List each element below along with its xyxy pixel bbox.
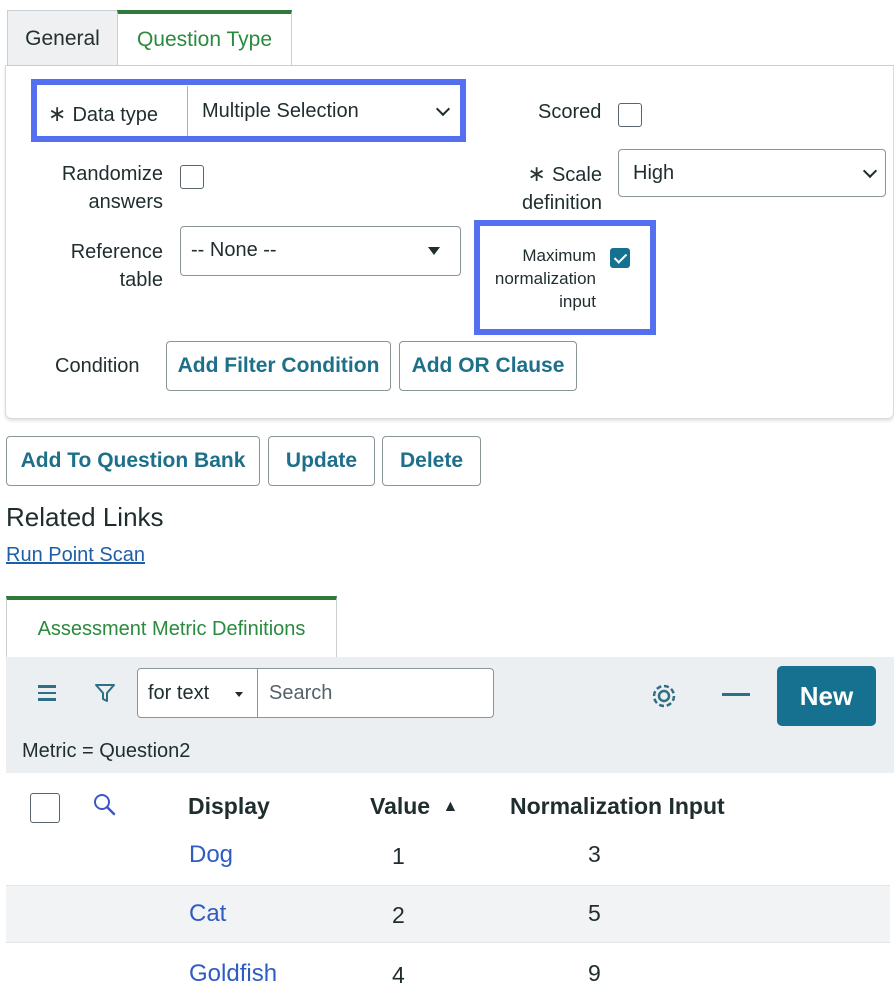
table-row [6,943,890,998]
add-filter-condition-button[interactable]: Add Filter Condition [166,341,391,391]
reference-table-label: Reference table [70,241,163,291]
search-icon[interactable] [92,792,118,818]
table-row [6,885,890,943]
caret-down-icon [428,247,440,255]
collapse-icon[interactable] [722,693,750,696]
tab-assessment-metric-definitions[interactable]: Assessment Metric Definitions [6,596,337,658]
chevron-down-icon [862,163,878,179]
row-value: 2 [392,902,405,928]
table-row [6,833,890,885]
row-value: 1 [392,843,405,869]
update-button[interactable]: Update [268,436,375,486]
randomize-answers-label: Randomize answers [61,163,163,213]
chevron-down-icon [435,101,451,117]
row-display-link[interactable]: Goldfish [189,960,277,988]
filter-icon[interactable] [94,682,116,704]
required-icon: ∗ [527,161,546,186]
row-normalization-input: 5 [588,900,601,926]
related-links-heading: Related Links [6,502,164,532]
column-header-normalization-input[interactable]: Normalization Input [510,793,725,820]
caret-down-icon [235,692,243,697]
row-display-link[interactable]: Cat [189,900,226,928]
row-value: 4 [392,962,405,988]
scored-label: Scored [538,101,602,123]
tab-general[interactable]: General [7,10,118,66]
run-point-scan-link[interactable]: Run Point Scan [6,544,145,567]
row-normalization-input: 9 [588,960,601,986]
maximum-normalization-input-checkbox[interactable] [610,248,630,268]
scale-definition-label: ∗ Scale definition [521,161,602,214]
column-header-display[interactable]: Display [188,793,270,820]
data-type-label: ∗ Data type [48,101,159,126]
delete-button[interactable]: Delete [382,436,481,486]
search-group: for text Search [137,668,494,718]
scored-checkbox[interactable] [618,103,642,127]
list-breadcrumb: Metric = Question2 [22,740,191,762]
search-input[interactable]: Search [259,669,493,717]
condition-label: Condition [55,355,140,377]
add-or-clause-button[interactable]: Add OR Clause [399,341,577,391]
randomize-answers-checkbox[interactable] [180,165,204,189]
maximum-normalization-input-label: Maximum normalization input [494,246,596,311]
gear-icon[interactable] [648,680,680,712]
sort-ascending-icon: ▲ [442,798,459,815]
new-button[interactable]: New [777,666,876,726]
list-menu-icon[interactable] [38,685,56,705]
row-display-link[interactable]: Dog [189,841,233,869]
select-all-checkbox[interactable] [30,793,60,823]
reference-table-select[interactable]: -- None -- [180,226,461,276]
row-normalization-input: 3 [588,841,601,867]
tab-question-type[interactable]: Question Type [117,10,292,66]
column-header-value[interactable]: Value ▲ [370,793,458,820]
add-to-question-bank-button[interactable]: Add To Question Bank [6,436,260,486]
required-icon: ∗ [48,101,67,126]
scale-definition-select[interactable]: High [618,149,886,197]
data-type-select[interactable]: Multiple Selection [187,86,458,136]
